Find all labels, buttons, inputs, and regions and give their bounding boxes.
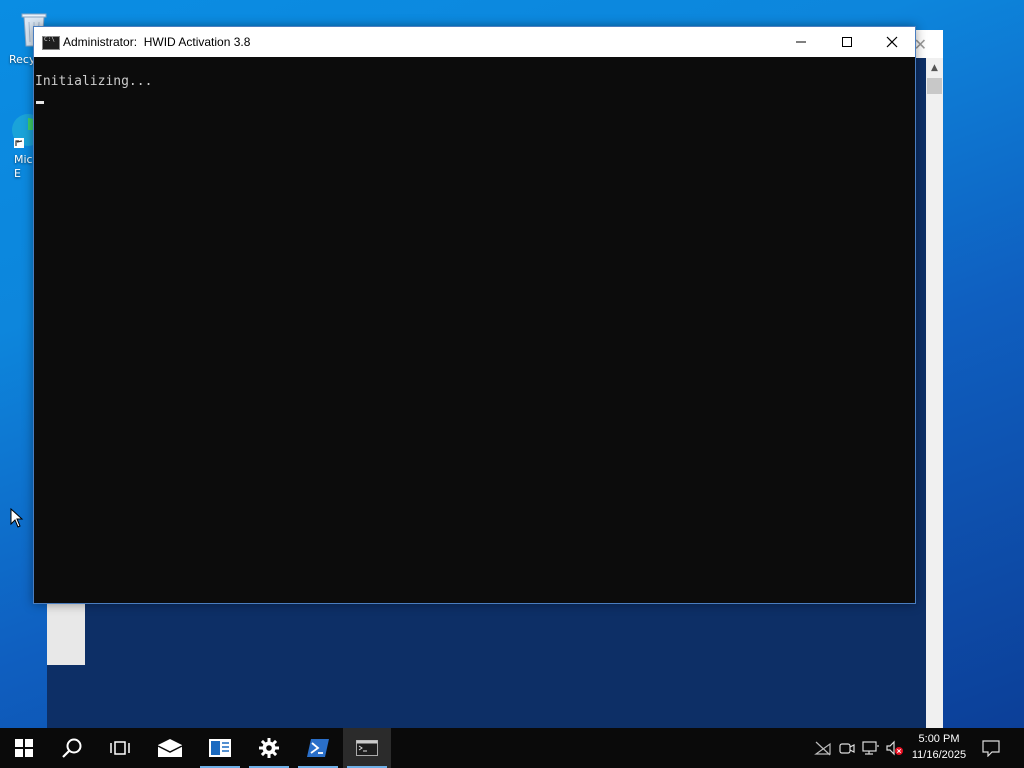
volume-muted-icon[interactable] — [886, 739, 904, 757]
clock-time: 5:00 PM — [918, 733, 960, 745]
background-window-panel — [47, 602, 85, 665]
close-button[interactable] — [869, 27, 915, 57]
news-button[interactable] — [196, 728, 244, 768]
task-view-button[interactable] — [96, 728, 144, 768]
search-button[interactable] — [48, 728, 96, 768]
news-icon — [209, 739, 231, 757]
console-title-text: HWID Activation 3.8 — [143, 35, 251, 49]
mail-icon — [157, 739, 183, 757]
network-disconnected-icon[interactable] — [814, 739, 832, 757]
maximize-icon — [842, 37, 852, 47]
notification-center-icon[interactable] — [982, 739, 1000, 757]
console-output[interactable]: Initializing... — [34, 57, 915, 603]
start-button[interactable] — [0, 728, 48, 768]
system-clock[interactable]: 5:00 PM 11/16/2025 — [904, 731, 974, 763]
search-icon — [62, 738, 82, 758]
console-line: Initializing... — [35, 74, 153, 89]
maximize-button[interactable] — [824, 27, 870, 57]
scroll-up-arrow-icon[interactable]: ▲ — [926, 60, 943, 76]
minimize-icon — [796, 41, 806, 43]
gear-icon — [259, 738, 279, 758]
cmd-button[interactable] — [343, 728, 391, 768]
minimize-button[interactable] — [778, 27, 824, 57]
desktop: Recy Mic E ✕ ▲ Administrator: HWID Activ… — [0, 0, 1024, 728]
windows-logo-icon — [15, 739, 33, 757]
cmd-icon — [356, 740, 378, 756]
console-title: Administrator: HWID Activation 3.8 — [63, 35, 250, 49]
console-window[interactable]: Administrator: HWID Activation 3.8 Initi… — [33, 26, 916, 604]
clock-date: 11/16/2025 — [911, 749, 967, 761]
mail-button[interactable] — [146, 728, 194, 768]
settings-button[interactable] — [245, 728, 293, 768]
close-icon — [886, 36, 898, 48]
scrollbar-thumb[interactable] — [927, 78, 942, 94]
powershell-icon — [307, 739, 329, 757]
mouse-pointer-icon — [10, 508, 24, 528]
task-view-icon — [110, 741, 130, 755]
console-title-prefix: Administrator: — [63, 35, 138, 49]
network-icon[interactable] — [862, 739, 880, 757]
taskbar: 5:00 PM 11/16/2025 — [0, 728, 1024, 768]
console-titlebar[interactable]: Administrator: HWID Activation 3.8 — [34, 27, 915, 57]
cmd-icon — [42, 36, 60, 50]
meet-now-icon[interactable] — [838, 739, 856, 757]
text-cursor — [36, 101, 44, 104]
background-window-scrollbar[interactable] — [926, 58, 943, 728]
powershell-button[interactable] — [294, 728, 342, 768]
